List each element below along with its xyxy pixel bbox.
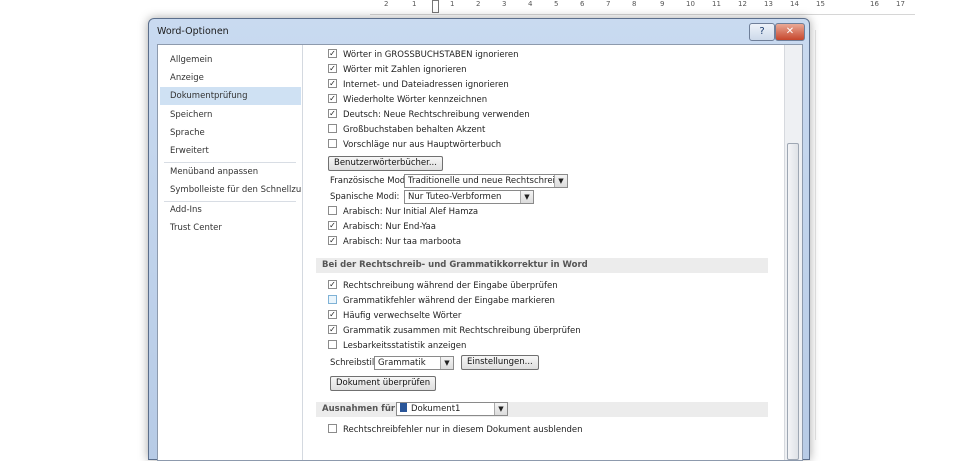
indent-marker-icon[interactable] xyxy=(432,0,439,13)
option-check-spelling-as-type[interactable]: ✓ Rechtschreibung während der Eingabe übe… xyxy=(328,279,558,293)
chevron-down-icon[interactable]: ▼ xyxy=(440,357,453,369)
checkbox-unchecked-icon[interactable] xyxy=(328,139,337,148)
option-hide-spelling-errors[interactable]: Rechtschreibfehler nur in diesem Dokumen… xyxy=(328,423,583,437)
sidebar-item-advanced[interactable]: Erweitert xyxy=(160,142,301,160)
sidebar-item-language[interactable]: Sprache xyxy=(160,124,301,142)
option-ignore-uppercase[interactable]: ✓ Wörter in GROSSBUCHSTABEN ignorieren xyxy=(328,48,519,62)
check-document-button[interactable]: Dokument überprüfen xyxy=(330,376,437,391)
checkbox-checked-icon[interactable]: ✓ xyxy=(328,280,337,289)
exceptions-label: Ausnahmen für: xyxy=(322,404,399,414)
exceptions-section-header: Ausnahmen für: xyxy=(316,402,768,417)
sidebar-item-add-ins[interactable]: Add-Ins xyxy=(160,201,301,219)
ruler-mark: 16 xyxy=(870,0,879,8)
help-button[interactable]: ? xyxy=(749,23,775,41)
dialog-client-area: Allgemein Anzeige Dokumentprüfung Speich… xyxy=(157,44,803,461)
option-uppercase-accent[interactable]: Großbuchstaben behalten Akzent xyxy=(328,123,485,137)
grammar-settings-button[interactable]: Einstellungen... xyxy=(461,355,539,370)
option-german-new-spelling[interactable]: ✓ Deutsch: Neue Rechtschreibung verwenden xyxy=(328,108,530,122)
ruler-mark: 17 xyxy=(896,0,905,8)
option-ignore-numbers[interactable]: ✓ Wörter mit Zahlen ignorieren xyxy=(328,63,467,77)
checkbox-checked-icon[interactable]: ✓ xyxy=(328,79,337,88)
sidebar-item-proofing[interactable]: Dokumentprüfung xyxy=(160,87,301,105)
option-arabic-taa-marboota[interactable]: ✓ Arabisch: Nur taa marboota xyxy=(328,235,461,249)
word-options-dialog: Word-Optionen ? ✕ Allgemein Anzeige Doku… xyxy=(148,18,810,461)
checkbox-unchecked-icon[interactable] xyxy=(328,206,337,215)
exceptions-document-select[interactable]: Dokument1 ▼ xyxy=(396,402,508,416)
checkbox-checked-icon[interactable]: ✓ xyxy=(328,94,337,103)
proofing-content: ✓ Wörter in GROSSBUCHSTABEN ignorieren ✓ W… xyxy=(304,45,784,460)
checkbox-checked-icon[interactable]: ✓ xyxy=(328,236,337,245)
word-document-icon xyxy=(400,403,407,412)
option-grammar-with-spelling[interactable]: ✓ Grammatik zusammen mit Rechtschreibung … xyxy=(328,324,581,338)
document-page[interactable] xyxy=(815,30,976,440)
sidebar-item-customize-ribbon[interactable]: Menüband anpassen xyxy=(160,163,301,181)
content-scrollbar[interactable] xyxy=(784,45,802,460)
ruler-mark: 13 xyxy=(764,0,773,8)
ruler-mark: 4 xyxy=(528,0,533,8)
sidebar-item-display[interactable]: Anzeige xyxy=(160,69,301,87)
horizontal-ruler[interactable]: 2 1 1 2 3 4 5 6 7 8 9 10 11 12 13 14 15 … xyxy=(370,0,915,15)
checkbox-unchecked-icon[interactable] xyxy=(328,124,337,133)
chevron-down-icon[interactable]: ▼ xyxy=(494,403,507,415)
ruler-mark: 7 xyxy=(606,0,611,8)
writing-style-select[interactable]: Grammatik ▼ xyxy=(374,356,454,370)
french-modes-select[interactable]: Traditionelle und neue Rechtschreibung ▼ xyxy=(404,174,568,188)
option-mark-grammar-errors[interactable]: Grammatikfehler während der Eingabe mark… xyxy=(328,294,555,308)
ruler-mark: 2 xyxy=(476,0,481,8)
ruler-mark: 1 xyxy=(450,0,455,8)
checkbox-checked-icon[interactable]: ✓ xyxy=(328,325,337,334)
ruler-mark: 3 xyxy=(502,0,507,8)
ruler-mark: 15 xyxy=(816,0,825,8)
checkbox-checked-icon[interactable]: ✓ xyxy=(328,310,337,319)
scrollbar-thumb[interactable] xyxy=(787,143,799,460)
writing-style-label: Schreibstil xyxy=(330,358,375,368)
grammar-section-header: Bei der Rechtschreib- und Grammatikkorre… xyxy=(316,258,768,273)
checkbox-unchecked-icon[interactable] xyxy=(328,340,337,349)
dialog-title: Word-Optionen xyxy=(157,26,229,37)
ruler-mark: 10 xyxy=(686,0,695,8)
option-readability-stats[interactable]: Lesbarkeitsstatistik anzeigen xyxy=(328,339,466,353)
sidebar-item-save[interactable]: Speichern xyxy=(160,106,301,124)
ruler-mark: 8 xyxy=(632,0,637,8)
custom-dictionaries-button[interactable]: Benutzerwörterbücher... xyxy=(328,156,443,171)
option-arabic-alef-hamza[interactable]: Arabisch: Nur Initial Alef Hamza xyxy=(328,205,478,219)
ruler-mark: 11 xyxy=(712,0,721,8)
option-flag-repeated[interactable]: ✓ Wiederholte Wörter kennzeichnen xyxy=(328,93,487,107)
ruler-mark: 14 xyxy=(790,0,799,8)
checkbox-checked-icon[interactable]: ✓ xyxy=(328,109,337,118)
spanish-modes-label: Spanische Modi: xyxy=(330,192,400,202)
ruler-mark: 2 xyxy=(384,0,389,8)
sidebar-item-quick-access-toolbar[interactable]: Symbolleiste für den Schnellzugriff xyxy=(160,181,301,199)
option-arabic-end-yaa[interactable]: ✓ Arabisch: Nur End-Yaa xyxy=(328,220,436,234)
sidebar-item-general[interactable]: Allgemein xyxy=(160,51,301,69)
ruler-mark: 5 xyxy=(554,0,559,8)
dialog-title-bar[interactable]: Word-Optionen ? ✕ xyxy=(149,19,809,44)
ruler-mark: 12 xyxy=(738,0,747,8)
checkbox-unchecked-icon[interactable] xyxy=(328,424,337,433)
ruler-mark: 1 xyxy=(412,0,417,8)
chevron-down-icon[interactable]: ▼ xyxy=(520,191,533,203)
right-indent-marker-icon[interactable] xyxy=(848,3,856,10)
checkbox-checked-icon[interactable]: ✓ xyxy=(328,221,337,230)
checkbox-checked-icon[interactable]: ✓ xyxy=(328,64,337,73)
option-main-dictionary-only[interactable]: Vorschläge nur aus Hauptwörterbuch xyxy=(328,138,501,152)
spanish-modes-select[interactable]: Nur Tuteo-Verbformen ▼ xyxy=(404,190,534,204)
close-button[interactable]: ✕ xyxy=(775,23,805,41)
options-sidebar: Allgemein Anzeige Dokumentprüfung Speich… xyxy=(158,45,303,460)
option-ignore-urls[interactable]: ✓ Internet- und Dateiadressen ignorieren xyxy=(328,78,509,92)
sidebar-item-trust-center[interactable]: Trust Center xyxy=(160,219,301,237)
ruler-mark: 6 xyxy=(580,0,585,8)
french-modes-label: Französische Modi: xyxy=(330,176,411,186)
chevron-down-icon[interactable]: ▼ xyxy=(554,175,567,187)
option-confused-words[interactable]: ✓ Häufig verwechselte Wörter xyxy=(328,309,461,323)
checkbox-checked-icon[interactable]: ✓ xyxy=(328,49,337,58)
ruler-mark: 9 xyxy=(660,0,665,8)
checkbox-unchecked-icon[interactable] xyxy=(328,295,337,304)
